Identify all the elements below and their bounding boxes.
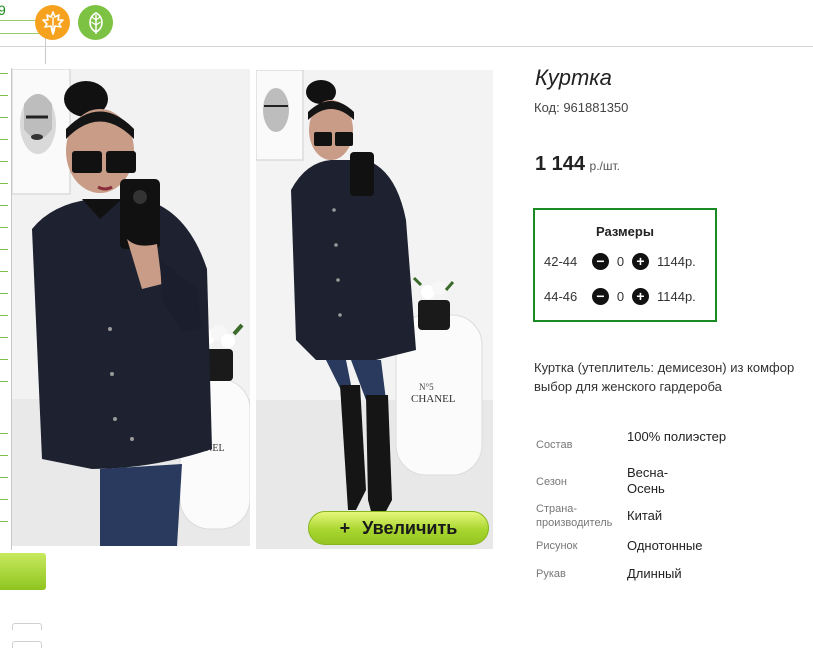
increase-quantity-button[interactable]: + xyxy=(632,252,649,270)
bottom-tab[interactable] xyxy=(12,641,42,648)
property-key: Страна-производитель xyxy=(536,503,613,529)
plus-icon: + xyxy=(339,517,351,538)
product-description: Куртка (утеплитель: демисезон) из комфор… xyxy=(534,358,813,396)
property-value: Весна-Осень xyxy=(627,465,669,496)
property-key: Рукав xyxy=(536,568,566,580)
property-key: Рисунок xyxy=(536,540,578,552)
sizes-panel: Размеры 42-44 − 0 + 1144р. 44-46 − 0 + 1… xyxy=(533,208,717,322)
sidebar-tick xyxy=(0,337,8,338)
size-label: 44-46 xyxy=(544,288,578,304)
header-divider xyxy=(0,46,813,47)
sidebar-tick xyxy=(0,433,8,434)
sidebar-tick xyxy=(0,359,8,360)
photo-illustration: N°5 CHANEL xyxy=(12,69,250,546)
corner-glyph: 9 xyxy=(0,2,6,18)
sidebar-tick xyxy=(0,455,8,456)
sidebar-tick xyxy=(0,249,8,250)
property-value: 100% полиэстер xyxy=(627,429,727,444)
property-key: Сезон xyxy=(536,476,567,488)
price-unit: р./шт. xyxy=(589,159,620,173)
product-photo-main[interactable]: N°5 CHANEL xyxy=(12,69,250,546)
sidebar-tick xyxy=(0,139,8,140)
description-line: Куртка (утеплитель: демисезон) из комфор xyxy=(534,360,795,375)
description-line: выбор для женского гардероба xyxy=(534,379,722,394)
sidebar-tick xyxy=(0,293,8,294)
quantity-value: 0 xyxy=(616,288,625,304)
sidebar-tick xyxy=(0,477,8,478)
product-photo-secondary[interactable]: N°5 CHANEL xyxy=(256,70,493,549)
perfume-label: CHANEL xyxy=(411,393,456,405)
size-label: 42-44 xyxy=(544,253,578,269)
product-code: Код: 961881350 xyxy=(534,100,629,115)
perfume-label: N°5 xyxy=(419,382,434,392)
sidebar-tick xyxy=(0,95,8,96)
leaf-icon xyxy=(88,11,103,34)
photo-illustration: N°5 CHANEL xyxy=(256,70,493,549)
product-price: 1 144 р./шт. xyxy=(535,153,620,176)
property-value: Длинный xyxy=(627,566,682,581)
property-value: Однотонные xyxy=(627,538,703,553)
size-price: 1144р. xyxy=(657,253,696,269)
price-amount: 1 144 xyxy=(535,153,586,175)
bottom-tab[interactable] xyxy=(12,623,42,630)
property-value: Китай xyxy=(627,508,663,523)
sidebar-tick xyxy=(0,183,8,184)
bottom-tabs xyxy=(12,617,76,648)
sidebar-tick xyxy=(0,205,8,206)
increase-quantity-button[interactable]: + xyxy=(632,287,649,305)
decrease-quantity-button[interactable]: − xyxy=(592,252,609,270)
sidebar-tick xyxy=(0,73,8,74)
leaf-badge-button[interactable] xyxy=(78,5,113,40)
sidebar-tick xyxy=(0,499,8,500)
sidebar-tick xyxy=(0,271,8,272)
quantity-value: 0 xyxy=(616,253,625,269)
zoom-button[interactable]: + Увеличить xyxy=(308,511,489,545)
product-title: Куртка xyxy=(535,65,612,90)
property-key: Состав xyxy=(536,439,573,451)
sidebar-tick xyxy=(0,117,8,118)
sidebar-tick xyxy=(0,315,8,316)
size-price: 1144р. xyxy=(657,288,696,304)
size-row: 42-44 − 0 + 1144р. xyxy=(544,251,696,271)
sidebar-tick xyxy=(0,381,8,382)
sidebar-tick xyxy=(0,227,8,228)
sidebar-tick xyxy=(0,521,8,522)
sizes-header: Размеры xyxy=(596,224,654,239)
left-sidebar xyxy=(0,68,12,550)
sidebar-tick xyxy=(0,161,8,162)
maple-leaf-icon xyxy=(41,10,64,35)
maple-leaf-badge-button[interactable] xyxy=(35,5,70,40)
zoom-button-label: Увеличить xyxy=(362,517,458,538)
sidebar-green-button[interactable] xyxy=(0,553,46,590)
decrease-quantity-button[interactable]: − xyxy=(592,287,609,305)
size-row: 44-46 − 0 + 1144р. xyxy=(544,286,696,306)
